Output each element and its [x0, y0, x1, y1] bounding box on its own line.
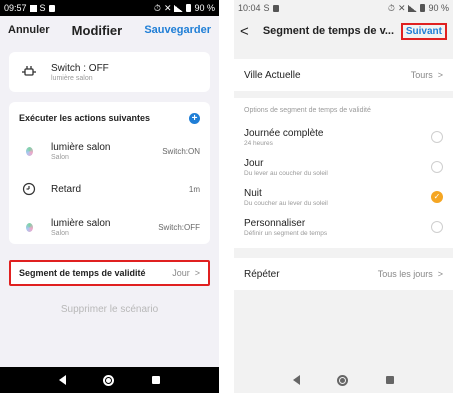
actions-title: Exécuter les actions suivantes — [19, 113, 151, 123]
recents-nav-icon[interactable] — [152, 376, 161, 384]
option-name: Personnaliser — [244, 217, 306, 229]
chevron-right-icon: > — [194, 268, 200, 278]
header: Annuler Modifier Sauvegarder — [0, 16, 219, 44]
alarm-icon: ⏱ — [387, 2, 395, 13]
header: < Segment de temps de v... Suivant — [234, 16, 453, 46]
trigger-room: lumière salon — [51, 74, 93, 82]
action-name: Retard — [51, 183, 82, 195]
lock-icon — [272, 4, 279, 12]
battery-icon — [186, 4, 192, 12]
radio-button[interactable] — [431, 221, 443, 233]
checked-radio-icon[interactable]: ✓ — [431, 191, 443, 203]
next-button[interactable]: Suivant — [400, 22, 447, 40]
option-name: Journée complète — [244, 127, 324, 139]
home-nav-icon[interactable] — [103, 374, 115, 386]
page-title: Segment de temps de v... — [262, 25, 395, 37]
bulb-icon — [25, 222, 33, 232]
validity-row[interactable]: Segment de temps de validité Jour > — [9, 260, 210, 286]
signal-icon — [408, 4, 418, 12]
option-custom[interactable]: Personnaliser Définir un segment de temp… — [234, 212, 453, 242]
action-value: Switch:ON — [162, 146, 200, 156]
chevron-right-icon: > — [437, 269, 443, 279]
option-desc: Du lever au coucher du soleil — [244, 169, 328, 177]
delete-scenario-button[interactable]: Supprimer le scénario — [0, 304, 219, 315]
nav-bar — [234, 367, 453, 393]
radio-button[interactable] — [431, 161, 443, 173]
action-row[interactable]: lumière salon Salon Switch:ON — [9, 134, 210, 168]
alarm-icon: ⏱ — [153, 2, 161, 13]
lock-icon — [48, 4, 55, 12]
back-nav-icon[interactable] — [292, 375, 300, 385]
trigger-card[interactable]: Switch : OFF lumière salon — [9, 52, 210, 92]
action-value: Switch:OFF — [158, 222, 200, 232]
option-night[interactable]: Nuit Du coucher au lever du soleil ✓ — [234, 182, 453, 212]
action-row[interactable]: Retard 1m — [9, 172, 210, 206]
clock: 09:57 — [4, 3, 27, 13]
repeat-value: Tous les jours — [377, 269, 433, 279]
option-desc: Du coucher au lever du soleil — [244, 199, 328, 207]
notification-icon — [29, 4, 37, 12]
option-full-day[interactable]: Journée complète 24 heures — [234, 122, 453, 152]
page-title: Modifier — [71, 22, 123, 38]
battery-level: 90 % — [428, 3, 449, 13]
save-button[interactable]: Sauvegarder — [144, 24, 211, 36]
add-action-button[interactable]: + — [189, 112, 200, 124]
validity-value: Jour — [172, 268, 190, 278]
city-label: Ville Actuelle — [244, 69, 301, 81]
s-icon: S — [263, 3, 270, 13]
mute-icon: ✕ — [163, 2, 172, 13]
actions-card: Exécuter les actions suivantes + lumière… — [9, 102, 210, 244]
home-nav-icon[interactable] — [337, 374, 349, 386]
battery-icon — [420, 4, 426, 12]
right-screen: 10:04 S ⏱ ✕ 90 % < Segment de temps de v… — [234, 0, 453, 393]
chevron-right-icon: > — [437, 70, 443, 80]
back-button[interactable]: < — [240, 23, 256, 40]
repeat-label: Répéter — [244, 268, 280, 280]
action-value: 1m — [188, 184, 200, 194]
signal-icon — [174, 4, 184, 12]
cancel-button[interactable]: Annuler — [8, 24, 50, 36]
clock: 10:04 — [238, 3, 261, 13]
mute-icon: ✕ — [397, 2, 406, 13]
nav-bar — [0, 367, 219, 393]
option-name: Nuit — [244, 187, 262, 199]
timer-icon — [19, 179, 39, 199]
back-nav-icon[interactable] — [58, 375, 66, 385]
actions-header: Exécuter les actions suivantes + — [9, 102, 210, 134]
action-row[interactable]: lumière salon Salon Switch:OFF — [9, 210, 210, 244]
options-heading: Options de segment de temps de validité — [244, 106, 371, 114]
left-screen: 09:57 S ⏱ ✕ 90 % Annuler Modifier Sauveg… — [0, 0, 219, 393]
option-name: Jour — [244, 157, 264, 169]
bulb-icon — [25, 146, 33, 156]
recents-nav-icon[interactable] — [386, 376, 395, 384]
s-icon: S — [39, 3, 46, 13]
radio-button[interactable] — [431, 131, 443, 143]
option-day[interactable]: Jour Du lever au coucher du soleil — [234, 152, 453, 182]
option-desc: Définir un segment de temps — [244, 229, 328, 237]
city-row[interactable]: Ville Actuelle Tours > — [234, 59, 453, 91]
status-bar: 09:57 S ⏱ ✕ 90 % — [0, 0, 219, 16]
repeat-row[interactable]: Répéter Tous les jours > — [234, 258, 453, 290]
option-desc: 24 heures — [244, 139, 273, 147]
trigger-name: Switch : OFF — [51, 62, 109, 74]
options-section: Options de segment de temps de validité … — [234, 98, 453, 248]
action-room: Salon — [51, 229, 69, 237]
battery-level: 90 % — [194, 3, 215, 13]
status-bar: 10:04 S ⏱ ✕ 90 % — [234, 0, 453, 16]
plug-icon — [19, 62, 39, 82]
city-value: Tours — [410, 70, 433, 80]
validity-label: Segment de temps de validité — [19, 268, 146, 278]
action-name: lumière salon — [51, 217, 111, 229]
action-name: lumière salon — [51, 141, 111, 153]
action-room: Salon — [51, 153, 69, 161]
